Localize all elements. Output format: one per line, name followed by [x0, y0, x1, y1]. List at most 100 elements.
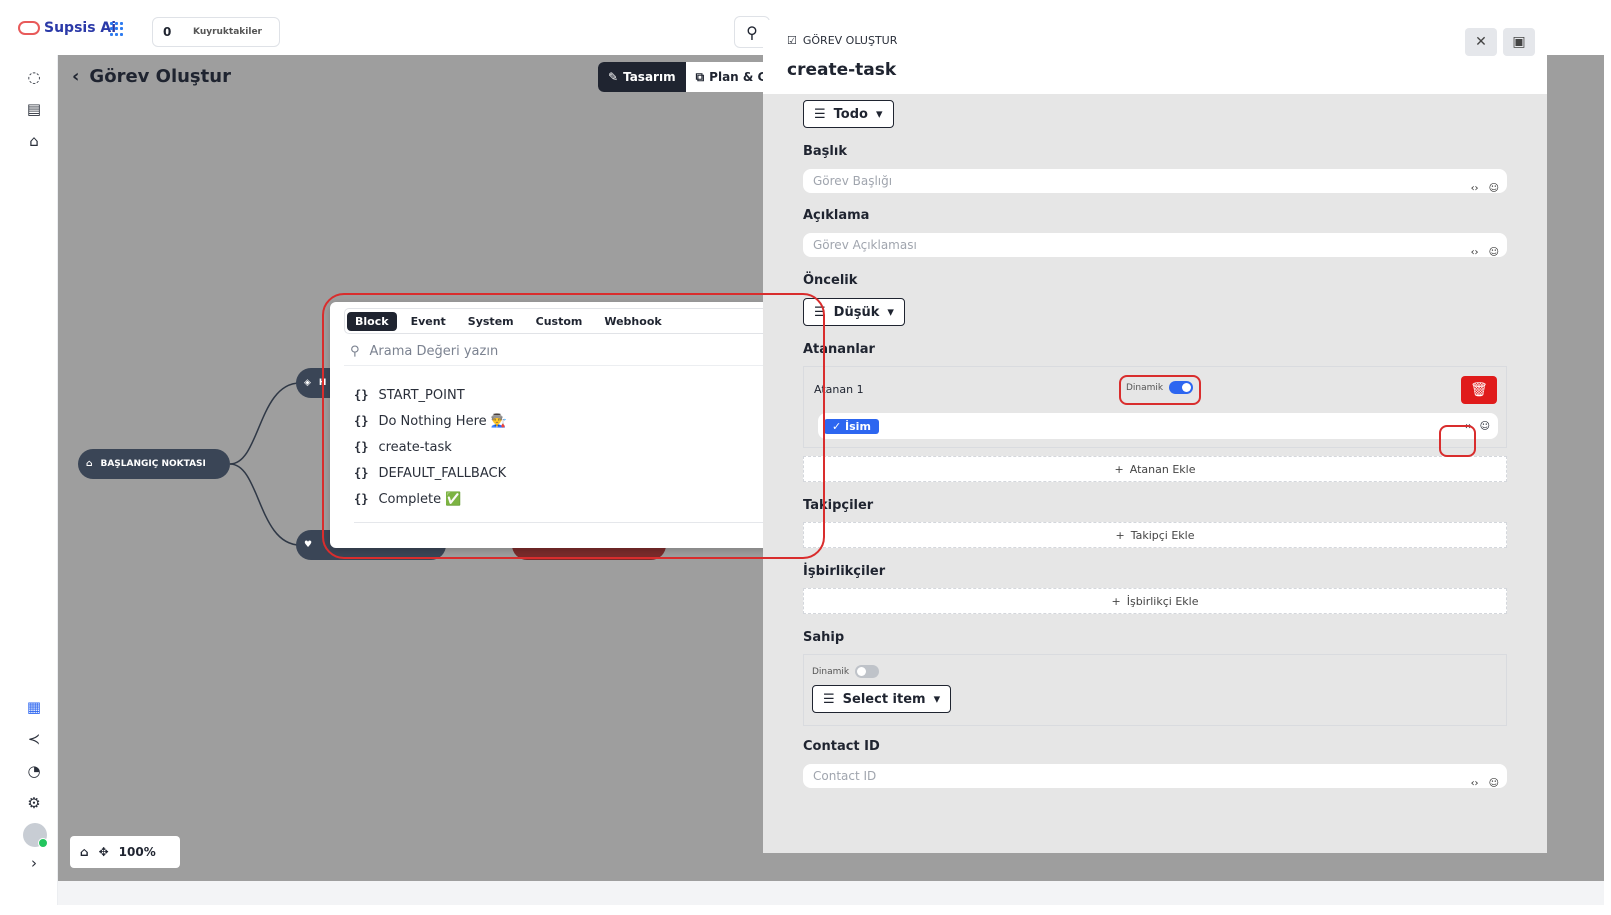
description-field[interactable]: Görev Açıklaması ‹› ☺ — [803, 233, 1507, 258]
contact-id-field[interactable]: Contact ID ‹› ☺ — [803, 764, 1507, 789]
tab-design-label: Tasarım — [623, 70, 676, 84]
view-toggle: ✎ Tasarım ⧉ Plan & G — [598, 62, 778, 92]
variable-icon[interactable]: ‹› — [1471, 778, 1479, 789]
variable-picker-popup: Block Event System Custom Webhook ⚲ Aram… — [330, 302, 814, 548]
save-button[interactable]: ▣ — [1503, 28, 1535, 56]
owner-dynamic-toggle[interactable] — [855, 665, 880, 678]
emoji-icon[interactable]: ☺ — [1489, 247, 1499, 258]
assignee-1-label: Atanan 1 — [814, 383, 864, 396]
block-list: {} START_POINT {} Do Nothing Here 👨‍🏭 {}… — [354, 382, 507, 512]
variable-icon[interactable]: ‹› — [1471, 247, 1479, 258]
popup-search-placeholder: Arama Değeri yazın — [369, 344, 499, 359]
save-icon: ▣ — [1512, 34, 1526, 50]
back-chevron-icon[interactable]: ‹ — [72, 66, 79, 87]
share-icon[interactable]: ≺ — [24, 729, 44, 749]
caret-down-icon: ▾ — [887, 304, 894, 320]
expand-chevron-icon[interactable]: › — [24, 853, 44, 873]
brand[interactable]: Supsis Ai — [18, 20, 116, 36]
panel-subtitle: ☑ GÖREV OLUŞTUR — [787, 34, 897, 47]
emoji-icon[interactable]: ☺ — [1489, 183, 1499, 194]
list-item[interactable]: {} START_POINT — [354, 382, 507, 408]
variable-icon[interactable]: ‹› — [1464, 421, 1472, 432]
page-title-text: Görev Oluştur — [89, 66, 231, 87]
start-node[interactable]: ⌂ BAŞLANGIÇ NOKTASI — [78, 449, 230, 479]
followers-label: Takipçiler — [803, 498, 874, 513]
dynamic-toggle[interactable] — [1169, 381, 1194, 394]
tab-design[interactable]: ✎ Tasarım — [598, 62, 686, 92]
list-item[interactable]: {} DEFAULT_FALLBACK — [354, 460, 507, 486]
dynamic-label: Dinamik — [812, 666, 850, 677]
page-title: ‹ Görev Oluştur — [72, 66, 231, 87]
home-icon[interactable]: ⌂ — [80, 845, 89, 859]
dynamic-label: Dinamik — [1126, 382, 1164, 393]
heart-broken-icon: ♥ — [304, 540, 313, 550]
caret-down-icon: ▾ — [875, 106, 883, 122]
chat-icon[interactable]: ◌ — [24, 67, 44, 87]
emoji-icon[interactable]: ☺ — [1489, 778, 1499, 789]
tab-custom[interactable]: Custom — [528, 312, 591, 331]
assignee-input[interactable]: ✓ İsim ‹› ☺ — [818, 413, 1498, 439]
description-label: Açıklama — [803, 208, 870, 223]
filter-icon: ☰ — [823, 691, 835, 707]
left-sidebar: ◌ ▤ ⌂ ▦ ≺ ◔ ⚙ › — [10, 55, 58, 905]
tab-plan-label: Plan & G — [709, 70, 768, 84]
delete-assignee-button[interactable]: 🗑 — [1461, 376, 1497, 404]
inbox-icon[interactable]: ⌂ — [24, 131, 44, 151]
panel-subtitle-text: GÖREV OLUŞTUR — [802, 34, 898, 47]
braces-icon: {} — [354, 388, 369, 402]
contact-card-icon[interactable]: ▤ — [24, 99, 44, 119]
settings-gear-icon[interactable]: ⚙ — [24, 793, 44, 813]
contact-id-label: Contact ID — [803, 739, 880, 754]
field-icons: ‹› ☺ — [1471, 183, 1499, 194]
tab-event[interactable]: Event — [403, 312, 454, 331]
assignee-card: Atanan 1 Dinamik ✓ İsim ‹› ☺ — [803, 366, 1507, 448]
fit-view-icon[interactable]: ✥ — [99, 845, 109, 859]
dynamic-toggle-row: Dinamik — [1126, 381, 1194, 394]
list-item[interactable]: {} Do Nothing Here 👨‍🏭 — [354, 408, 507, 434]
add-collaborator-label: İşbirlikçi Ekle — [1126, 594, 1199, 608]
braces-icon: {} — [354, 466, 369, 480]
dashboard-grid-icon[interactable]: ▦ — [24, 697, 44, 717]
history-icon[interactable]: ◔ — [24, 761, 44, 781]
priority-dropdown[interactable]: ☰ Düşük ▾ — [803, 298, 905, 326]
add-follower-label: Takipçi Ekle — [1130, 528, 1195, 542]
owner-select[interactable]: ☰ Select item ▾ — [812, 685, 952, 713]
tab-system[interactable]: System — [460, 312, 522, 331]
add-follower-button[interactable]: + Takipçi Ekle — [803, 522, 1507, 548]
popup-search[interactable]: ⚲ Arama Değeri yazın — [344, 338, 802, 366]
queue-count: 0 — [163, 25, 172, 39]
close-icon: ✕ — [1475, 34, 1487, 50]
field-icons: ‹› ☺ — [1471, 247, 1499, 258]
isim-chip-label: İsim — [845, 419, 871, 433]
priority-label: Öncelik — [803, 273, 858, 288]
list-item[interactable]: {} create-task — [354, 434, 507, 460]
status-dropdown[interactable]: ☰ Todo ▾ — [803, 100, 894, 128]
zoom-controls: ⌂ ✥ 100% — [70, 836, 180, 868]
emoji-icon[interactable]: ☺ — [1480, 421, 1490, 432]
variable-icon[interactable]: ‹› — [1471, 183, 1479, 194]
caret-down-icon: ▾ — [933, 691, 941, 707]
magic-wand-icon: ✎ — [608, 70, 619, 84]
start-node-label: BAŞLANGIÇ NOKTASI — [100, 459, 206, 469]
queue-counter[interactable]: 0 Kuyruktakiler — [152, 17, 280, 47]
list-item[interactable]: {} Complete ✅ — [354, 486, 507, 512]
user-avatar[interactable] — [23, 823, 48, 848]
add-assignee-button[interactable]: + Atanan Ekle — [803, 456, 1507, 482]
close-button[interactable]: ✕ — [1465, 28, 1497, 56]
title-placeholder: Görev Başlığı — [813, 174, 893, 188]
isim-chip[interactable]: ✓ İsim — [824, 418, 879, 434]
title-field[interactable]: Görev Başlığı ‹› ☺ — [803, 169, 1507, 194]
brand-name: Supsis Ai — [44, 20, 117, 36]
title-label: Başlık — [803, 144, 847, 159]
priority-value: Düşük — [833, 304, 880, 320]
add-collaborator-button[interactable]: + İşbirlikçi Ekle — [803, 588, 1507, 614]
tab-block[interactable]: Block — [347, 311, 397, 331]
list-item-label: DEFAULT_FALLBACK — [378, 465, 507, 481]
braces-icon: {} — [354, 492, 369, 506]
trash-icon: 🗑 — [1470, 382, 1488, 398]
field-icons: ‹› ☺ — [1471, 778, 1499, 789]
panel-title: create-task — [787, 60, 897, 80]
supsis-logo-icon — [18, 21, 40, 35]
tab-webhook[interactable]: Webhook — [596, 312, 669, 331]
apps-grid-icon[interactable] — [110, 22, 124, 36]
